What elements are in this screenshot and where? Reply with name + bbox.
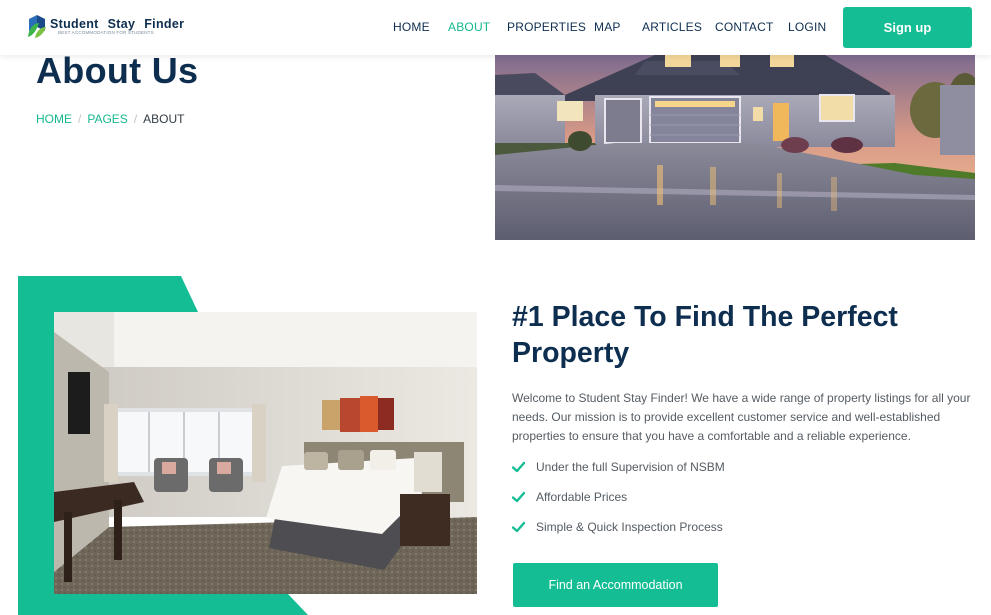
nav-about[interactable]: ABOUT (448, 20, 490, 34)
navbar: Student Stay Finder BEST ACCOMMODATION FOR… (0, 0, 991, 55)
hero-house-image (495, 55, 975, 240)
breadcrumb-separator: / (133, 112, 138, 126)
bedroom-image (54, 312, 477, 594)
nav-login[interactable]: LOGIN (788, 20, 826, 34)
breadcrumb-pages[interactable]: PAGES (87, 112, 127, 126)
bedroom-illustration (54, 312, 477, 594)
breadcrumb: HOME / PAGES / ABOUT (36, 112, 185, 126)
page-title: About Us (36, 50, 199, 91)
nav-articles[interactable]: ARTICLES (642, 20, 702, 34)
feature-label: Simple & Quick Inspection Process (536, 520, 723, 534)
list-item: Under the full Supervision of NSBM (512, 460, 725, 474)
check-icon (512, 461, 525, 473)
nav-map[interactable]: MAP (594, 20, 621, 34)
nav-contact[interactable]: CONTACT (715, 20, 774, 34)
nav-home[interactable]: HOME (393, 20, 430, 34)
feature-label: Affordable Prices (536, 490, 628, 504)
nav-properties[interactable]: PROPERTIES (507, 20, 586, 34)
about-heading: #1 Place To Find The Perfect Property (512, 301, 898, 369)
breadcrumb-current: ABOUT (143, 112, 185, 126)
check-icon (512, 491, 525, 503)
find-accommodation-button[interactable]: Find an Accommodation (513, 563, 718, 607)
breadcrumb-separator: / (78, 112, 82, 126)
breadcrumb-home[interactable]: HOME (36, 112, 72, 126)
list-item: Affordable Prices (512, 490, 627, 504)
about-paragraph: Welcome to Student Stay Finder! We have … (512, 391, 971, 443)
check-icon (512, 521, 525, 533)
list-item: Simple & Quick Inspection Process (512, 520, 723, 534)
feature-label: Under the full Supervision of NSBM (536, 460, 725, 474)
signup-button[interactable]: Sign up (843, 7, 972, 48)
house-illustration (495, 55, 975, 240)
